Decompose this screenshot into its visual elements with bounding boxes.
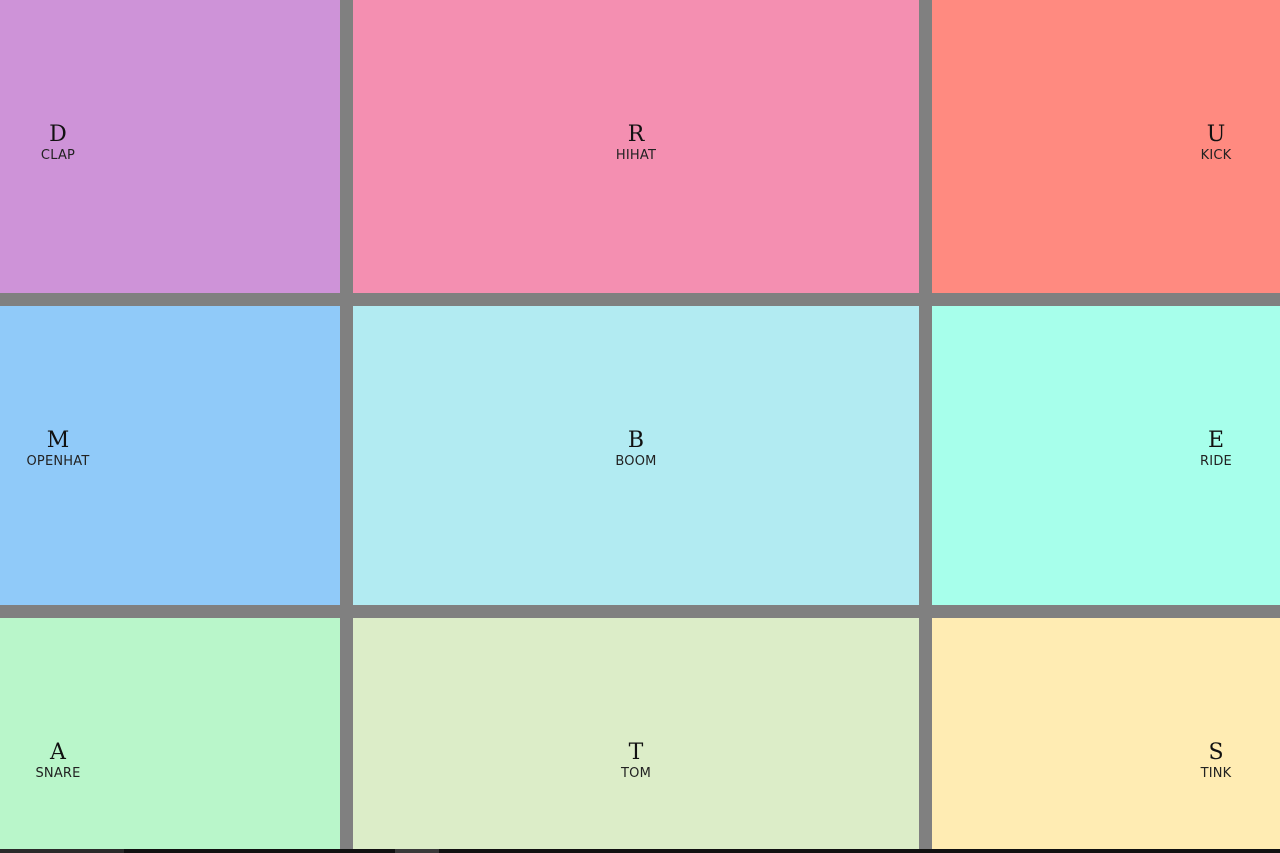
- pad-sound-name: RIDE: [1200, 454, 1232, 469]
- drum-pad-hihat[interactable]: R HIHAT: [353, 0, 919, 293]
- pad-label: E RIDE: [1158, 428, 1274, 470]
- pad-sound-name: TOM: [621, 766, 651, 781]
- pad-key: R: [627, 122, 645, 147]
- pad-sound-name: BOOM: [615, 454, 657, 469]
- pad-sound-name: TINK: [1200, 766, 1232, 781]
- pad-label: S TINK: [1158, 740, 1274, 782]
- pad-key: U: [1206, 122, 1226, 147]
- pad-sound-name: OPENHAT: [26, 454, 90, 469]
- pad-label: A SNARE: [0, 740, 116, 782]
- bottom-bar-segment: [0, 849, 124, 853]
- pad-sound-name: SNARE: [35, 766, 81, 781]
- pad-sound-name: KICK: [1200, 148, 1232, 163]
- pad-key: S: [1208, 740, 1224, 765]
- bottom-bar: [0, 849, 1280, 853]
- pad-sound-name: HIHAT: [615, 148, 657, 163]
- pad-label: U KICK: [1158, 122, 1274, 164]
- pad-key: M: [46, 428, 70, 453]
- pad-sound-name: CLAP: [40, 148, 76, 163]
- pad-key: A: [50, 740, 66, 765]
- pad-key: E: [1207, 428, 1225, 453]
- pad-label: R HIHAT: [578, 122, 694, 164]
- drum-pad-boom[interactable]: B BOOM: [353, 306, 919, 605]
- pad-label: D CLAP: [0, 122, 116, 164]
- drum-pad-tink[interactable]: S TINK: [932, 618, 1280, 850]
- drum-pad-grid: D CLAP R HIHAT U KICK M OPENHAT B BOOM E…: [0, 0, 1280, 853]
- bottom-bar-segment: [395, 849, 439, 853]
- pad-label: T TOM: [578, 740, 694, 782]
- drum-pad-tom[interactable]: T TOM: [353, 618, 919, 850]
- pad-key: D: [49, 122, 67, 147]
- pad-key: B: [627, 428, 645, 453]
- pad-key: T: [628, 740, 644, 765]
- drum-pad-kick[interactable]: U KICK: [932, 0, 1280, 293]
- drum-pad-clap[interactable]: D CLAP: [0, 0, 340, 293]
- drum-pad-ride[interactable]: E RIDE: [932, 306, 1280, 605]
- pad-label: M OPENHAT: [0, 428, 116, 470]
- pad-label: B BOOM: [578, 428, 694, 470]
- drum-pad-snare[interactable]: A SNARE: [0, 618, 340, 850]
- drum-pad-openhat[interactable]: M OPENHAT: [0, 306, 340, 605]
